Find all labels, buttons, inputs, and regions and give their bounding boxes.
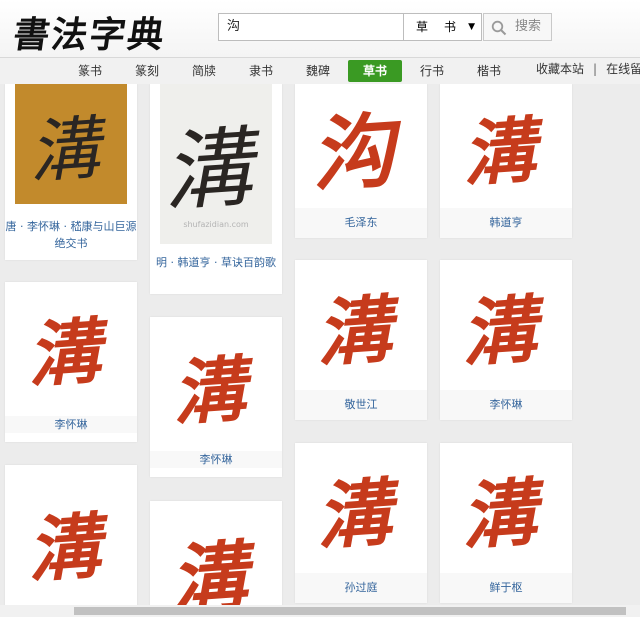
- online-message-link[interactable]: 在线留: [606, 62, 640, 76]
- result-caption[interactable]: 明 · 韩道亨 · 草诀百韵歌: [150, 254, 282, 271]
- tab-xingshu[interactable]: 行书: [405, 60, 459, 82]
- calligraphy-glyph: 溝: [459, 469, 551, 560]
- calligraphy-glyph: 溝: [25, 307, 115, 397]
- results-grid: 溝 唐 · 李怀琳 · 嵇康与山巨源绝交书 溝 李怀琳 溝 溝 shufazid…: [0, 84, 640, 617]
- result-caption[interactable]: 李怀琳: [440, 390, 572, 420]
- result-card[interactable]: 溝: [5, 465, 137, 617]
- calligraphy-glyph: 溝: [460, 106, 550, 196]
- top-links: 收藏本站 | 在线留: [536, 58, 640, 80]
- tab-zhuanshu[interactable]: 篆书: [63, 60, 117, 82]
- chevron-down-icon: ▼: [468, 22, 475, 32]
- calligraphy-image: 溝: [150, 317, 282, 451]
- calligraphy-glyph: 溝: [27, 106, 113, 193]
- search-icon: [491, 20, 507, 36]
- result-card[interactable]: 溝 敬世江: [295, 260, 427, 420]
- search-button[interactable]: 搜索: [483, 13, 552, 41]
- search-button-label: 搜索: [515, 19, 542, 34]
- horizontal-scrollbar[interactable]: [0, 605, 640, 617]
- result-card[interactable]: 沟 毛泽东: [295, 84, 427, 238]
- result-card[interactable]: 溝 李怀琳: [150, 317, 282, 477]
- calligraphy-glyph: 沟: [309, 101, 410, 204]
- calligraphy-glyph: 溝: [314, 469, 406, 560]
- result-card[interactable]: 溝 李怀琳: [5, 282, 137, 442]
- result-card[interactable]: 溝 韩道亨: [440, 84, 572, 238]
- script-type-value: 草书: [416, 20, 473, 34]
- script-type-select[interactable]: 草书 ▼: [404, 13, 482, 41]
- tab-weibei[interactable]: 魏碑: [291, 60, 345, 82]
- bookmark-link[interactable]: 收藏本站: [536, 62, 584, 76]
- calligraphy-image: 溝: [440, 443, 572, 573]
- calligraphy-image: 溝: [440, 260, 572, 390]
- result-caption[interactable]: 韩道亨: [440, 208, 572, 238]
- calligraphy-image: 溝: [15, 84, 127, 204]
- result-caption[interactable]: 毛泽东: [295, 208, 427, 238]
- calligraphy-glyph: 溝: [25, 502, 115, 592]
- scrollbar-thumb[interactable]: [74, 607, 626, 615]
- calligraphy-image: 溝 shufazidian.com: [160, 84, 272, 244]
- site-logo[interactable]: 書法字典: [10, 6, 169, 58]
- tab-zhuanke[interactable]: 篆刻: [120, 60, 174, 82]
- result-card[interactable]: 溝 shufazidian.com 明 · 韩道亨 · 草诀百韵歌: [150, 84, 282, 294]
- calligraphy-glyph: 溝: [160, 115, 269, 224]
- site-header: 書法字典 沟 草书 ▼ 搜索: [0, 0, 640, 57]
- result-caption[interactable]: 李怀琳: [150, 451, 282, 468]
- calligraphy-glyph: 溝: [168, 530, 262, 617]
- result-card[interactable]: 溝 唐 · 李怀琳 · 嵇康与山巨源绝交书: [5, 84, 137, 260]
- result-caption[interactable]: 孙过庭: [295, 573, 427, 603]
- result-card[interactable]: 溝 鲜于枢: [440, 443, 572, 603]
- tab-lishu[interactable]: 隶书: [234, 60, 288, 82]
- tab-kaishu[interactable]: 楷书: [462, 60, 516, 82]
- tab-caoshu[interactable]: 草书: [348, 60, 402, 82]
- result-caption[interactable]: 敬世江: [295, 390, 427, 420]
- calligraphy-image: 溝: [5, 282, 137, 410]
- calligraphy-image: 溝: [440, 84, 572, 206]
- calligraphy-image: 溝: [295, 443, 427, 573]
- search-input[interactable]: 沟: [218, 13, 404, 41]
- calligraphy-image: 溝: [5, 465, 137, 617]
- calligraphy-image: 沟: [295, 84, 427, 206]
- result-caption[interactable]: 李怀琳: [5, 416, 137, 433]
- calligraphy-image: 溝: [150, 501, 282, 617]
- link-separator: |: [593, 62, 598, 76]
- calligraphy-glyph: 溝: [459, 286, 551, 377]
- result-caption[interactable]: 唐 · 李怀琳 · 嵇康与山巨源绝交书: [5, 218, 137, 252]
- calligraphy-glyph: 溝: [170, 345, 260, 435]
- result-caption[interactable]: 鲜于枢: [440, 573, 572, 603]
- calligraphy-glyph: 溝: [314, 286, 406, 377]
- result-card[interactable]: 溝 李怀琳: [440, 260, 572, 420]
- script-nav-bar: 篆书 篆刻 简牍 隶书 魏碑 草书 行书 楷书 收藏本站 | 在线留: [0, 57, 640, 85]
- tab-jiandu[interactable]: 简牍: [177, 60, 231, 82]
- result-card[interactable]: 溝: [150, 501, 282, 617]
- calligraphy-image: 溝: [295, 260, 427, 390]
- result-card[interactable]: 溝 孙过庭: [295, 443, 427, 603]
